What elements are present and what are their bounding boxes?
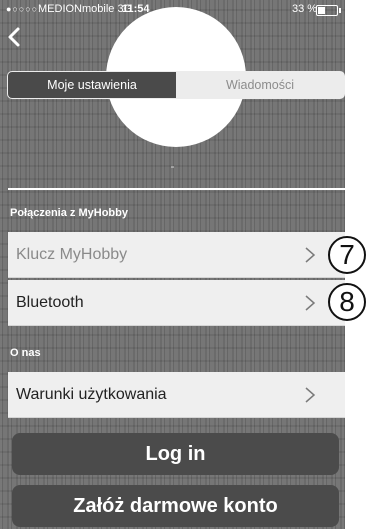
login-button[interactable]: Log in — [12, 433, 339, 475]
battery-icon — [316, 5, 341, 16]
list-item-bluetooth[interactable]: Bluetooth — [8, 280, 345, 326]
tab-moje-ustawienia[interactable]: Moje ustawienia — [8, 72, 176, 98]
list-item-label: Bluetooth — [16, 294, 84, 311]
section-header-about: O nas — [10, 347, 41, 359]
list-item-klucz-myhobby[interactable]: Klucz MyHobby — [8, 232, 345, 278]
profile-name: - — [170, 159, 175, 173]
list-item-label: Klucz MyHobby — [16, 246, 128, 263]
segmented-control: Moje ustawienia Wiadomości — [7, 71, 345, 99]
section-header-connections: Połączenia z MyHobby — [10, 207, 128, 219]
register-button[interactable]: Załóż darmowe konto — [12, 485, 339, 527]
tab-wiadomosci[interactable]: Wiadomości — [176, 72, 344, 98]
chevron-right-icon — [305, 247, 316, 263]
chevron-right-icon — [305, 387, 316, 403]
carrier-label: MEDIONmobile 3G — [38, 3, 133, 15]
app-screen: ●○○○○ MEDIONmobile 3G 11:54 33 % Moja st… — [0, 0, 345, 529]
list-item-warunki-uzytkowania[interactable]: Warunki użytkowania — [8, 372, 345, 418]
chevron-right-icon — [305, 295, 316, 311]
battery-percent: 33 % — [292, 3, 318, 15]
signal-strength-icon: ●○○○○ — [6, 4, 39, 14]
profile-header: - — [0, 7, 345, 190]
callout-badge-8: 8 — [328, 283, 366, 321]
callout-badge-7: 7 — [328, 236, 366, 274]
list-item-label: Warunki użytkowania — [16, 386, 167, 403]
